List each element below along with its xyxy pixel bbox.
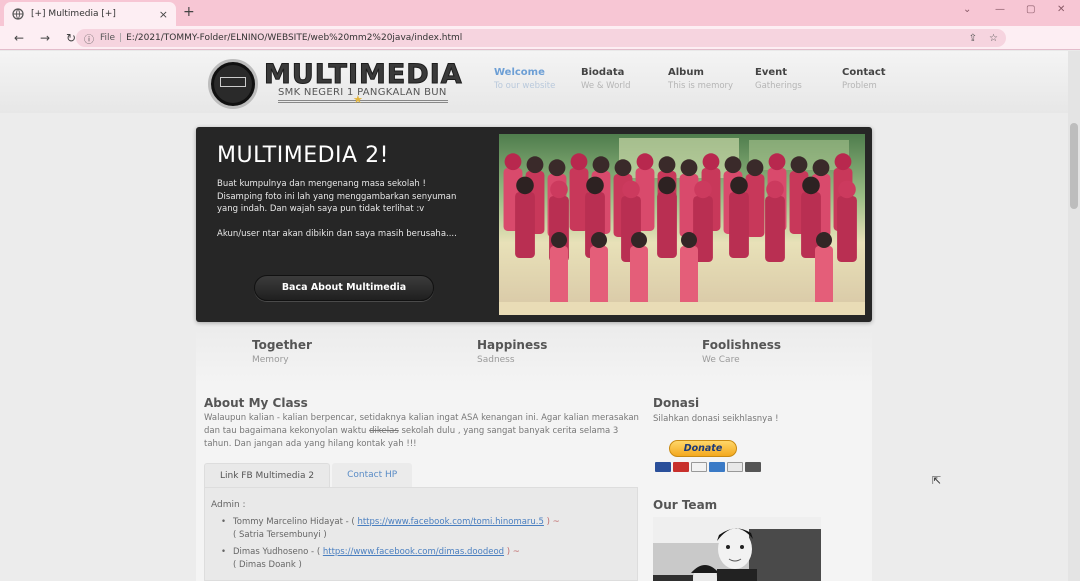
- url-input[interactable]: ⓘ File | E:/2021/TOMMY-Folder/ELNINO/WEB…: [76, 29, 1006, 47]
- tab-title: [+] Multimedia [+]: [31, 9, 116, 19]
- visa-electron-icon: [691, 462, 707, 472]
- nav-sublabel: Problem: [842, 81, 877, 91]
- admin-alias: ( Dimas Doank ): [233, 560, 302, 570]
- url-scheme-label: File: [100, 33, 116, 43]
- nav-sublabel: This is memory: [668, 81, 734, 91]
- back-button[interactable]: ←: [12, 31, 26, 45]
- share-icon[interactable]: ⇪: [969, 33, 977, 44]
- info-icon[interactable]: ⓘ: [84, 31, 94, 46]
- nav-contact[interactable]: Contact Problem: [842, 67, 929, 91]
- main-nav: Welcome To our website Biodata We & Worl…: [494, 67, 929, 91]
- logo-emblem[interactable]: [208, 59, 258, 109]
- logo-title[interactable]: MULTIMEDIA: [264, 59, 463, 91]
- tab-link-fb[interactable]: Link FB Multimedia 2: [204, 463, 331, 487]
- minimize-button[interactable]: —: [995, 4, 1005, 15]
- admin-name: Tommy Marcelino Hidayat - (: [233, 517, 355, 527]
- feature-together: Together Memory: [252, 338, 312, 365]
- admin-alias: ( Satria Tersembunyi ): [233, 530, 327, 540]
- feature-title: Happiness: [477, 338, 548, 352]
- about-text: Walaupun kalian - kalian berpencar, seti…: [204, 412, 640, 451]
- address-bar: ← → ↻ ⓘ File | E:/2021/TOMMY-Folder/ELNI…: [0, 26, 1080, 71]
- url-separator: |: [119, 33, 123, 43]
- nav-label: Contact: [842, 67, 886, 78]
- url-text: E:/2021/TOMMY-Folder/ELNINO/WEBSITE/web%…: [126, 33, 463, 43]
- nav-sublabel: Gatherings: [755, 81, 802, 91]
- forward-button[interactable]: →: [38, 31, 52, 45]
- team-title: Our Team: [653, 498, 718, 512]
- admin-list: Tommy Marcelino Hidayat - ( https://www.…: [221, 516, 631, 576]
- hero-banner: MULTIMEDIA 2! Buat kumpulnya dan mengena…: [196, 127, 872, 322]
- feature-title: Together: [252, 338, 312, 352]
- tab-close-icon[interactable]: ×: [159, 8, 168, 21]
- contact-tabs: Link FB Multimedia 2 Contact HP: [204, 463, 413, 487]
- nav-sublabel: To our website: [494, 81, 556, 91]
- nav-label: Album: [668, 67, 704, 78]
- bank-card-icon: [745, 462, 761, 472]
- hero-title: MULTIMEDIA 2!: [217, 143, 389, 168]
- admin-close: ) ~: [546, 517, 560, 527]
- admin-name: Dimas Yudhoseno - (: [233, 547, 321, 557]
- feature-title: Foolishness: [702, 338, 782, 352]
- sidebar: Donasi Silahkan donasi seikhlasnya ! Don…: [653, 396, 863, 581]
- class-photo-illustration: [499, 134, 865, 315]
- nav-event[interactable]: Event Gatherings: [755, 67, 842, 91]
- donasi-title: Donasi: [653, 396, 700, 410]
- feature-foolishness: Foolishness We Care: [702, 338, 781, 365]
- logo-divider: [278, 100, 448, 103]
- admin-close: ) ~: [506, 547, 520, 557]
- about-title: About My Class: [204, 396, 308, 410]
- facebook-link[interactable]: https://www.facebook.com/tomi.hinomaru.5: [357, 517, 543, 527]
- browser-tab[interactable]: [+] Multimedia [+] ×: [4, 2, 176, 26]
- feature-subtitle: Sadness: [477, 355, 515, 365]
- read-about-button[interactable]: Baca About Multimedia: [254, 275, 434, 301]
- maximize-button[interactable]: ▢: [1026, 4, 1035, 15]
- hero-line: Disamping foto ini lah yang menggambarka…: [217, 191, 457, 215]
- hero-text: Buat kumpulnya dan mengenang masa sekola…: [217, 178, 467, 241]
- about-struck-word: dikelas: [369, 426, 399, 436]
- payment-cards: [655, 462, 761, 472]
- tab-panel: Admin : Tommy Marcelino Hidayat - ( http…: [204, 487, 638, 581]
- nav-biodata[interactable]: Biodata We & World: [581, 67, 668, 91]
- nav-sublabel: We & World: [581, 81, 631, 91]
- amex-card-icon: [709, 462, 725, 472]
- feature-subtitle: Memory: [252, 355, 289, 365]
- features-strip: Together Memory Happiness Sadness Foolis…: [196, 329, 872, 385]
- star-icon: ★: [353, 93, 363, 106]
- nav-album[interactable]: Album This is memory: [668, 67, 755, 91]
- close-window-button[interactable]: ✕: [1057, 4, 1065, 15]
- tab-search-icon[interactable]: ⌄: [963, 4, 971, 15]
- list-item: Tommy Marcelino Hidayat - ( https://www.…: [221, 516, 631, 542]
- feature-happiness: Happiness Sadness: [477, 338, 547, 365]
- facebook-link[interactable]: https://www.facebook.com/dimas.doodeod: [323, 547, 504, 557]
- mastercard-icon: [673, 462, 689, 472]
- bookmark-star-icon[interactable]: ☆: [989, 33, 998, 44]
- donasi-text: Silahkan donasi seikhlasnya !: [653, 414, 779, 424]
- visa-card-icon: [655, 462, 671, 472]
- hero-line: Buat kumpulnya dan mengenang masa sekola…: [217, 179, 426, 189]
- browser-tab-bar: [+] Multimedia [+] × + ⌄ — ▢ ✕: [0, 0, 1080, 26]
- nav-label: Event: [755, 67, 788, 78]
- new-tab-button[interactable]: +: [183, 4, 195, 20]
- main-content: About My Class Walaupun kalian - kalian …: [196, 385, 872, 581]
- team-photo: [653, 517, 821, 581]
- hero-line: Akun/user ntar akan dibikin dan saya mas…: [217, 229, 457, 239]
- site-header: MULTIMEDIA SMK NEGERI 1 PANGKALAN BUN ★ …: [0, 51, 1068, 113]
- nav-welcome[interactable]: Welcome To our website: [494, 67, 581, 91]
- class-photo: [499, 134, 865, 315]
- mouse-cursor-icon: ⇱: [932, 474, 942, 487]
- nav-label: Biodata: [581, 67, 625, 78]
- discover-card-icon: [727, 462, 743, 472]
- feature-subtitle: We Care: [702, 355, 740, 365]
- donate-button[interactable]: Donate: [669, 440, 737, 457]
- page-viewport: MULTIMEDIA SMK NEGERI 1 PANGKALAN BUN ★ …: [0, 51, 1080, 581]
- page-scrollbar[interactable]: [1068, 51, 1080, 581]
- globe-icon: [12, 8, 24, 20]
- nav-label: Welcome: [494, 67, 545, 78]
- list-item: Dimas Yudhoseno - ( https://www.facebook…: [221, 546, 631, 572]
- admin-label: Admin :: [211, 500, 246, 510]
- scrollbar-thumb[interactable]: [1070, 123, 1078, 209]
- tab-contact-hp[interactable]: Contact HP: [332, 463, 413, 487]
- team-photo-illustration: [653, 517, 821, 581]
